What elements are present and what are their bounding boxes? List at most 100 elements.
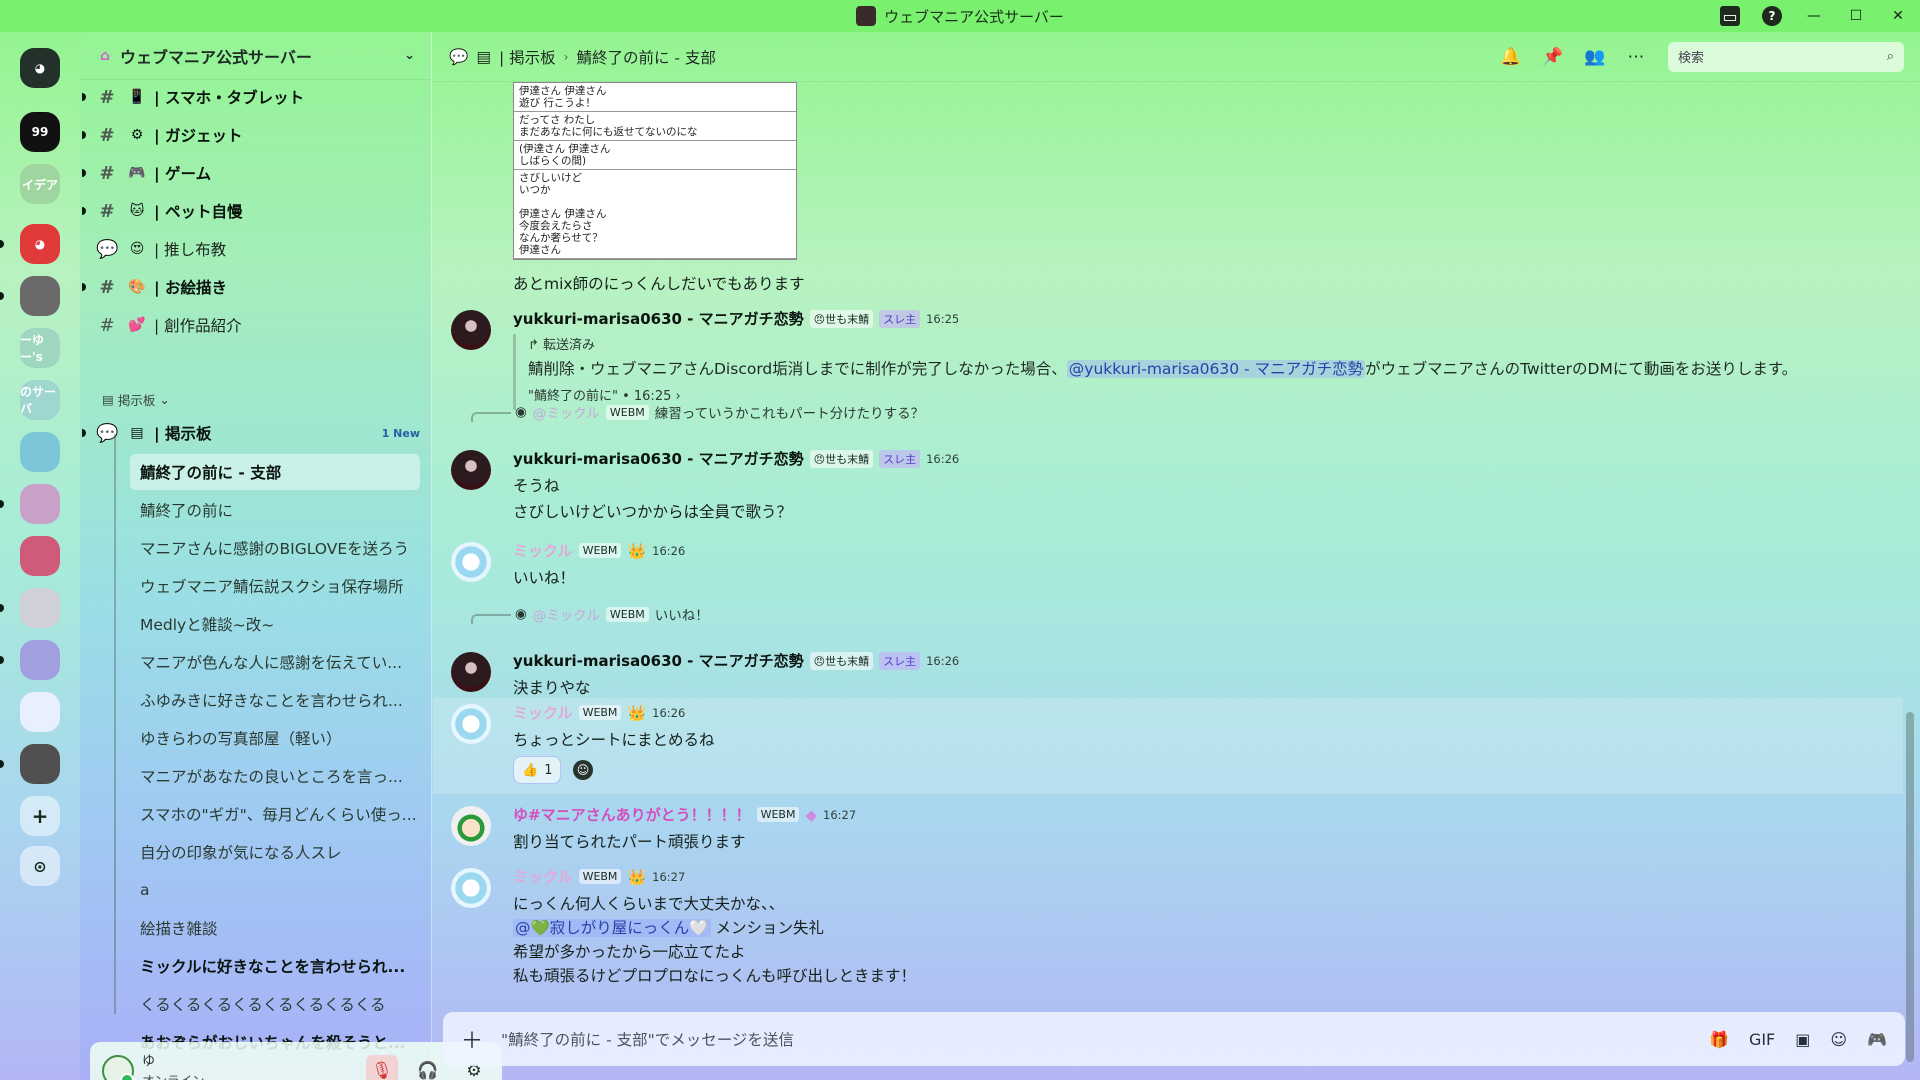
crystal-icon: ◆ (805, 805, 817, 824)
thread-item[interactable]: ミックルに好きなことを言わせられ... (130, 948, 420, 984)
members-icon[interactable]: 👥 (1584, 47, 1605, 67)
server-icon[interactable]: のサーバ (20, 380, 60, 420)
server-icon[interactable] (20, 692, 60, 732)
thread-item[interactable]: 鯖終了の前に (130, 492, 420, 528)
message-author[interactable]: ミックル (513, 540, 573, 561)
thread-item[interactable]: a (130, 872, 420, 908)
thread-item[interactable]: Medlyと雑談~改~ (130, 606, 420, 642)
server-icon[interactable] (20, 588, 60, 628)
server-icon[interactable] (20, 744, 60, 784)
channel-emoji-icon: 📱 (128, 89, 146, 105)
unread-indicator (0, 240, 4, 248)
forwarded-message[interactable]: ↱ 転送済み 鯖削除・ウェブマニアさんDiscord垢消しまでに制作が完了しなか… (513, 334, 1797, 410)
user-mention[interactable]: @💚寂しがり屋にっくん🤍 (513, 919, 711, 937)
channel-emoji-icon: 💕 (128, 317, 146, 333)
thread-item[interactable]: スマホの"ギガ"、毎月どんくらい使っ... (130, 796, 420, 832)
server-icon[interactable] (20, 484, 60, 524)
avatar[interactable] (451, 704, 491, 744)
avatar[interactable] (451, 310, 491, 350)
server-header[interactable]: ⌂ ウェブマニア公式サーバー ⌄ (80, 32, 431, 80)
avatar[interactable] (102, 1055, 134, 1080)
window-title: ウェブマニア公式サーバー (884, 7, 1064, 26)
avatar[interactable] (451, 652, 491, 692)
help-icon[interactable]: ? (1762, 6, 1782, 26)
plus-icon[interactable]: ＋ (461, 1023, 483, 1055)
user-mention[interactable]: @yukkuri-marisa0630 - マニアガチ恋勢 (1066, 360, 1366, 378)
reaction-thumbs-up[interactable]: 👍 1 (513, 756, 562, 784)
thread-item[interactable]: マニアが色んな人に感謝を伝えてい... (130, 644, 420, 680)
thread-item[interactable]: 鯖終了の前に - 支部 (130, 454, 420, 490)
server-icon[interactable] (20, 276, 60, 316)
thread-item[interactable]: マニアがあなたの良いところを言っ... (130, 758, 420, 794)
minimize-button[interactable]: — (1804, 8, 1824, 24)
message-text: 私も頑張るけどプロプロなにっくんも呼び出しときます！ (513, 967, 917, 985)
more-icon[interactable]: ⋯ (1626, 47, 1646, 67)
inbox-icon[interactable]: ▭ (1720, 6, 1740, 26)
message-author[interactable]: ミックル (513, 866, 573, 887)
channel-name: | スマホ・タブレット (154, 89, 305, 107)
pin-icon[interactable]: 📌 (1542, 47, 1563, 67)
discord-logo-icon[interactable]: ◕ (20, 224, 60, 264)
reply-reference[interactable]: ◉ @ミックル WEBM 練習っていうかこれもパート分けたりする？ (515, 402, 924, 422)
message-author[interactable]: ミックル (513, 702, 573, 723)
message-author[interactable]: yukkuri-marisa0630 - マニアガチ恋勢 (513, 448, 804, 469)
gamepad-icon[interactable]: 🎮 (1867, 1030, 1887, 1049)
scrollbar[interactable] (1906, 712, 1914, 1062)
reply-reference[interactable]: ◉ @ミックル WEBM いいね！ (515, 604, 709, 624)
gif-icon[interactable]: GIF (1749, 1030, 1775, 1049)
thread-name: 鯖終了の前に - 支部 (140, 464, 282, 482)
gift-icon[interactable]: 🎁 (1709, 1030, 1729, 1049)
channel-item[interactable]: # 🐱 | ペット自慢 (82, 194, 420, 228)
chevron-down-icon: ⌄ (404, 48, 415, 63)
message-composer[interactable]: ＋ "鯖終了の前に - 支部"でメッセージを送信 🎁 GIF ▣ ☺ 🎮 (443, 1012, 1905, 1066)
breadcrumb-forum[interactable]: | 掲示板 (499, 46, 556, 68)
server-icon[interactable]: イデア (20, 164, 60, 204)
message-author[interactable]: yukkuri-marisa0630 - マニアガチ恋勢 (513, 308, 804, 329)
timestamp: 16:26 (652, 543, 686, 558)
compass-icon[interactable]: ⊙ (20, 846, 60, 886)
avatar[interactable] (451, 868, 491, 908)
thread-item[interactable]: くるくるくるくるくるくるくるくる (130, 986, 420, 1022)
server-icon[interactable]: ーゆー's (20, 328, 60, 368)
server-tag: 😠世も末鯖 (809, 309, 874, 328)
thread-item[interactable]: マニアさんに感謝のBIGLOVEを送ろう (130, 530, 420, 566)
server-icon[interactable] (20, 640, 60, 680)
close-button[interactable]: ✕ (1888, 8, 1908, 24)
role-badge: スレ主 (879, 449, 921, 468)
sticker-icon[interactable]: ▣ (1795, 1030, 1810, 1049)
maximize-button[interactable]: ☐ (1846, 8, 1866, 24)
channel-item[interactable]: # 🎮 | ゲーム (82, 156, 420, 190)
channel-item[interactable]: 💬 😍 | 推し布教 (96, 232, 420, 266)
thread-item[interactable]: ウェブマニア鯖伝説スクショ保存場所 (130, 568, 420, 604)
message-author[interactable]: yukkuri-marisa0630 - マニアガチ恋勢 (513, 650, 804, 671)
avatar[interactable] (451, 542, 491, 582)
category-board[interactable]: ▤ 掲示板 ⌄ (102, 390, 170, 409)
attachment-image[interactable]: 伊達さん 伊達さん 遊び 行こうよ！ だってさ わたし まだあなたに何にも返せてな… (513, 82, 797, 260)
crown-icon: 👑 (627, 703, 647, 722)
emoji-icon[interactable]: ☺ (1830, 1030, 1847, 1049)
thread-item[interactable]: ふゆみきに好きなことを言わせられ... (130, 682, 420, 718)
avatar[interactable] (451, 806, 491, 846)
channel-item[interactable]: # 🎨 | お絵描き (82, 270, 420, 304)
mute-mic-icon[interactable]: 🎙 (366, 1055, 398, 1080)
channel-item[interactable]: # ⚙ | ガジェット (82, 118, 420, 152)
bell-icon[interactable]: 🔔 (1500, 47, 1521, 67)
forum-channel-board[interactable]: 💬 ▤ | 掲示板 1 New (82, 416, 420, 450)
unread-indicator (82, 283, 86, 291)
channel-item[interactable]: # 📱 | スマホ・タブレット (82, 80, 420, 114)
discord-logo-icon[interactable]: ◕ (20, 48, 60, 88)
avatar[interactable] (451, 450, 491, 490)
thread-item[interactable]: 自分の印象が気になる人スレ (130, 834, 420, 870)
server-icon[interactable]: 99 (20, 112, 60, 152)
thread-item[interactable]: ゆきらわの写真部屋（軽い） (130, 720, 420, 756)
channel-item[interactable]: # 💕 | 創作品紹介 (96, 308, 420, 342)
add-reaction-icon[interactable]: ☺ (573, 760, 593, 780)
search-input[interactable]: 検索 ⌕ (1668, 41, 1904, 72)
thread-item[interactable]: 絵描き雑談 (130, 910, 420, 946)
server-icon[interactable] (20, 432, 60, 472)
message-author[interactable]: ゆ#マニアさんありがとう！！！！ (513, 804, 751, 825)
add-server-icon[interactable]: + (20, 796, 60, 836)
thread-connector (114, 434, 116, 1014)
hash-icon: # (99, 314, 115, 336)
server-icon[interactable] (20, 536, 60, 576)
